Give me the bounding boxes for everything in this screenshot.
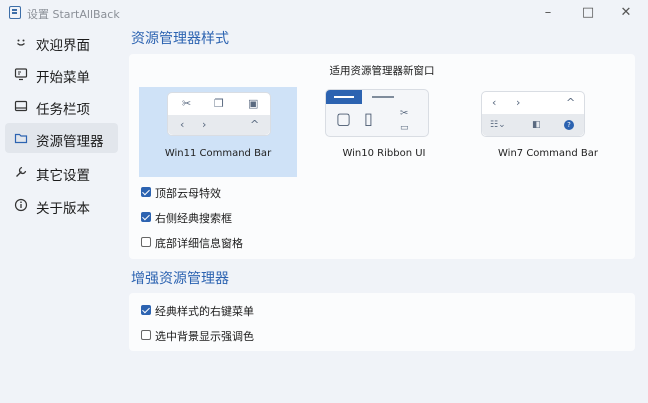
- checkbox-label: 经典样式的右键菜单: [155, 305, 254, 318]
- option-label: Win11 Command Bar: [164, 148, 272, 159]
- option-win11-command-bar[interactable]: ✂ ❐ ▣ ‹ › ^ Win11 Command Bar: [139, 87, 297, 177]
- monitor-icon: [14, 67, 28, 81]
- cut-icon: ✂: [400, 108, 409, 119]
- checkbox-label: 右侧经典搜索框: [155, 212, 232, 225]
- option-win10-ribbon-ui[interactable]: ▢ ▯ ✂ ▭ Win10 Ribbon UI: [305, 87, 463, 177]
- paste-icon: ▯: [364, 109, 373, 128]
- option-label: Win7 Command Bar: [498, 148, 598, 159]
- checkbox-mark[interactable]: [141, 187, 151, 197]
- win10-preview: ▢ ▯ ✂ ▭: [325, 89, 429, 137]
- win11-preview: ✂ ❐ ▣ ‹ › ^: [167, 92, 271, 136]
- forward-icon: ›: [202, 118, 207, 131]
- section-title-explorer-style: 资源管理器样式: [131, 31, 229, 47]
- window-title: 设置 StartAllBack: [27, 8, 120, 21]
- sidebar-item-label: 开始菜单: [36, 70, 90, 86]
- app-icon: [9, 6, 21, 19]
- help-icon: ?: [564, 120, 574, 130]
- checkbox-mark[interactable]: [141, 212, 151, 222]
- close-button[interactable]: ✕: [606, 0, 646, 26]
- sidebar-item-label: 资源管理器: [36, 134, 104, 150]
- win7-preview: ‹ › ^ ☷⌄ ◧ ?: [481, 91, 585, 137]
- copy-icon: ❐: [214, 97, 224, 110]
- sidebar-item-label: 欢迎界面: [36, 38, 90, 54]
- paste-icon: ▣: [248, 97, 259, 110]
- option-label: Win10 Ribbon UI: [342, 148, 426, 159]
- maximize-button[interactable]: □: [568, 0, 608, 26]
- view-icon: ☷⌄: [490, 120, 506, 130]
- enhance-card: 经典样式的右键菜单 选中背景显示强调色: [129, 293, 635, 351]
- checkbox-mark[interactable]: [141, 237, 151, 247]
- apply-new-window-label: 适用资源管理器新窗口: [329, 65, 435, 77]
- checkbox-mark[interactable]: [141, 305, 151, 315]
- sidebar-item-taskbar[interactable]: 任务栏项: [5, 91, 118, 121]
- checkbox-label: 底部详细信息窗格: [155, 237, 243, 250]
- checkbox-label: 选中背景显示强调色: [155, 330, 254, 343]
- back-icon: ‹: [180, 118, 185, 131]
- sidebar-item-explorer[interactable]: 资源管理器: [5, 123, 118, 153]
- sidebar-item-welcome[interactable]: 欢迎界面: [5, 27, 118, 57]
- sidebar-item-label: 任务栏项: [36, 102, 90, 118]
- cut-icon: ✂: [182, 97, 192, 110]
- forward-icon: ›: [516, 96, 521, 109]
- sidebar-item-label: 关于版本: [36, 201, 90, 217]
- folder-icon: [14, 131, 28, 145]
- sidebar-item-label: 其它设置: [36, 168, 90, 184]
- wrench-icon: [14, 165, 28, 179]
- back-icon: ‹: [492, 96, 497, 109]
- up-icon: ^: [250, 118, 260, 131]
- section-title-enhance: 增强资源管理器: [131, 271, 229, 287]
- option-win7-command-bar[interactable]: ‹ › ^ ☷⌄ ◧ ? Win7 Command Bar: [469, 87, 627, 177]
- title-bar: 设置 StartAllBack – □ ✕: [0, 0, 648, 26]
- taskbar-icon: [14, 99, 28, 113]
- preview-pane-icon: ◧: [532, 120, 541, 130]
- checkbox-mark[interactable]: [141, 330, 151, 340]
- rename-icon: ▭: [400, 123, 409, 133]
- info-icon: [14, 198, 28, 212]
- minimize-button[interactable]: –: [528, 0, 568, 26]
- checkbox-label: 顶部云母特效: [155, 187, 221, 200]
- sidebar-item-other-settings[interactable]: 其它设置: [5, 157, 118, 187]
- explorer-style-card: 适用资源管理器新窗口 ✂ ❐ ▣ ‹ › ^ Win11 Command Bar…: [129, 54, 635, 259]
- sidebar-item-about[interactable]: 关于版本: [5, 190, 118, 220]
- sidebar-item-start-menu[interactable]: 开始菜单: [5, 59, 118, 89]
- up-icon: ^: [566, 96, 576, 109]
- copy-icon: ▢: [336, 109, 352, 128]
- smile-icon: [14, 35, 28, 49]
